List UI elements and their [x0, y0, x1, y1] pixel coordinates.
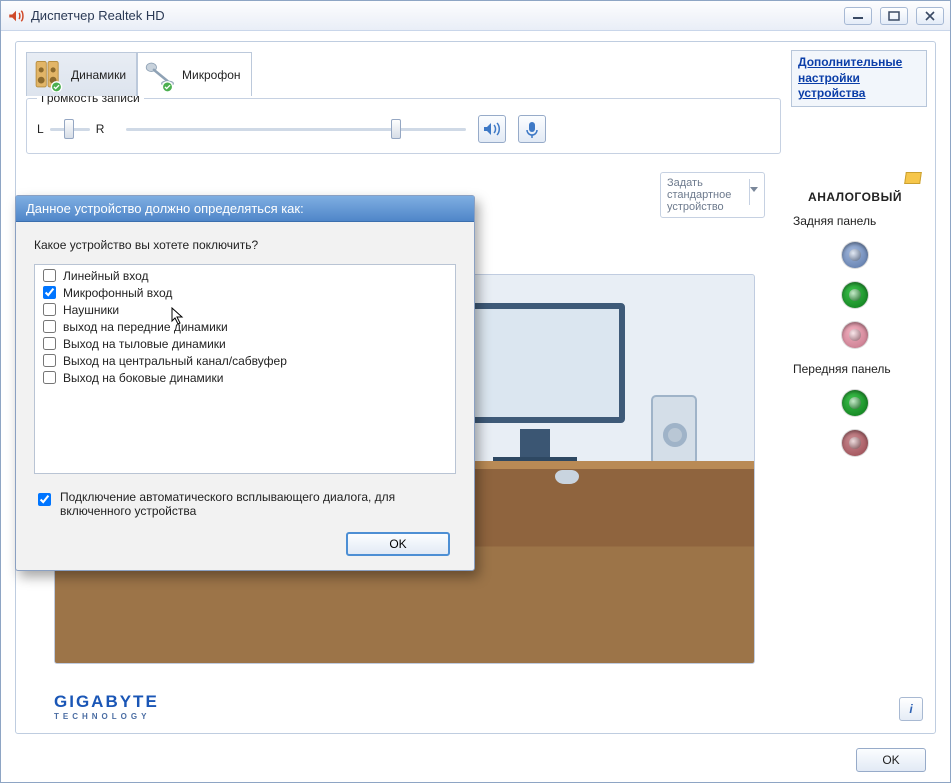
- device-option-label: Наушники: [63, 303, 119, 317]
- device-option[interactable]: Линейный вход: [39, 267, 451, 284]
- recording-volume-slider[interactable]: [126, 121, 466, 137]
- device-option[interactable]: Выход на тыловые динамики: [39, 335, 451, 352]
- speakers-icon: [31, 58, 65, 92]
- maximize-button[interactable]: [880, 7, 908, 25]
- tab-speakers[interactable]: Динамики: [26, 52, 137, 96]
- jack-back-blue[interactable]: [842, 242, 868, 268]
- jack-front-green[interactable]: [842, 390, 868, 416]
- brand-logo: GIGABYTE TECHNOLOGY: [54, 692, 159, 721]
- mute-playback-button[interactable]: [478, 115, 506, 143]
- balance-slider[interactable]: L R: [37, 121, 104, 137]
- dialog-ok-label: OK: [389, 537, 406, 551]
- minimize-icon: [852, 12, 864, 20]
- mic-mute-icon: [522, 119, 542, 139]
- close-button[interactable]: [916, 7, 944, 25]
- minimize-button[interactable]: [844, 7, 872, 25]
- dialog-ok-button[interactable]: OK: [346, 532, 450, 556]
- jack-back-green[interactable]: [842, 282, 868, 308]
- speaker-sound-icon: [482, 119, 502, 139]
- close-icon: [924, 11, 936, 21]
- device-option-checkbox[interactable]: [43, 371, 56, 384]
- analog-panel: АНАЛОГОВЫЙ Задняя панель Передняя панель: [785, 162, 925, 470]
- auto-popup-checkbox[interactable]: [38, 493, 51, 506]
- brand-name: GIGABYTE: [54, 692, 159, 711]
- device-type-dialog: Данное устройство должно определяться ка…: [15, 195, 475, 571]
- device-option-label: Выход на боковые динамики: [63, 371, 223, 385]
- device-option-label: Линейный вход: [63, 269, 149, 283]
- back-panel-label: Задняя панель: [793, 214, 925, 228]
- device-option[interactable]: выход на передние динамики: [39, 318, 451, 335]
- device-option-checkbox[interactable]: [43, 337, 56, 350]
- dialog-question: Какое устройство вы хотете поключить?: [34, 238, 456, 252]
- default-device-line2: стандартное: [667, 189, 746, 201]
- front-panel-label: Передняя панель: [793, 362, 925, 376]
- tab-microphone-label: Микрофон: [182, 68, 240, 82]
- chevron-down-icon: [750, 187, 758, 192]
- device-option[interactable]: Выход на боковые динамики: [39, 369, 451, 386]
- tab-microphone[interactable]: Микрофон: [137, 52, 251, 96]
- device-option[interactable]: Наушники: [39, 301, 451, 318]
- dialog-title: Данное устройство должно определяться ка…: [16, 196, 474, 222]
- app-window: Диспетчер Realtek HD: [0, 0, 951, 783]
- info-button[interactable]: i: [899, 697, 923, 721]
- flag-icon: [904, 172, 922, 184]
- device-option-label: Выход на центральный канал/сабвуфер: [63, 354, 287, 368]
- device-option-checkbox[interactable]: [43, 320, 56, 333]
- ok-button[interactable]: OK: [856, 748, 926, 772]
- advanced-settings-link[interactable]: Дополнительные настройки устройства: [798, 55, 902, 100]
- app-icon: [7, 7, 25, 25]
- jack-front-red[interactable]: [842, 430, 868, 456]
- illus-mouse: [555, 470, 579, 484]
- analog-title: АНАЛОГОВЫЙ: [785, 190, 925, 204]
- device-type-list: Линейный вход Микрофонный вход Наушники вых…: [34, 264, 456, 474]
- microphone-icon: [142, 58, 176, 92]
- balance-right-label: R: [96, 122, 105, 136]
- default-device-dropdown[interactable]: Задать стандартное устройство: [660, 172, 765, 218]
- info-icon: i: [909, 702, 912, 716]
- device-option-checkbox[interactable]: [43, 269, 56, 282]
- tab-speakers-label: Динамики: [71, 68, 126, 82]
- default-device-line3: устройство: [667, 201, 746, 213]
- titlebar: Диспетчер Realtek HD: [1, 1, 950, 31]
- mute-record-button[interactable]: [518, 115, 546, 143]
- ok-label: OK: [882, 753, 899, 767]
- default-device-line1: Задать: [667, 177, 746, 189]
- device-option-label: Микрофонный вход: [63, 286, 172, 300]
- device-option[interactable]: Выход на центральный канал/сабвуфер: [39, 352, 451, 369]
- advanced-settings-panel: Дополнительные настройки устройства: [791, 50, 927, 107]
- device-option-checkbox[interactable]: [43, 354, 56, 367]
- device-option-checkbox[interactable]: [43, 303, 56, 316]
- maximize-icon: [888, 11, 900, 21]
- window-title: Диспетчер Realtek HD: [31, 8, 844, 23]
- device-option[interactable]: Микрофонный вход: [39, 284, 451, 301]
- device-option-checkbox[interactable]: [43, 286, 56, 299]
- auto-popup-label[interactable]: Подключение автоматического всплывающего…: [60, 490, 420, 518]
- device-option-label: Выход на тыловые динамики: [63, 337, 226, 351]
- balance-left-label: L: [37, 122, 44, 136]
- recording-volume-group: Громкость записи L R: [26, 98, 781, 154]
- brand-tagline: TECHNOLOGY: [54, 712, 159, 721]
- jack-back-pink[interactable]: [842, 322, 868, 348]
- device-option-label: выход на передние динамики: [63, 320, 228, 334]
- illus-speaker: [651, 395, 697, 465]
